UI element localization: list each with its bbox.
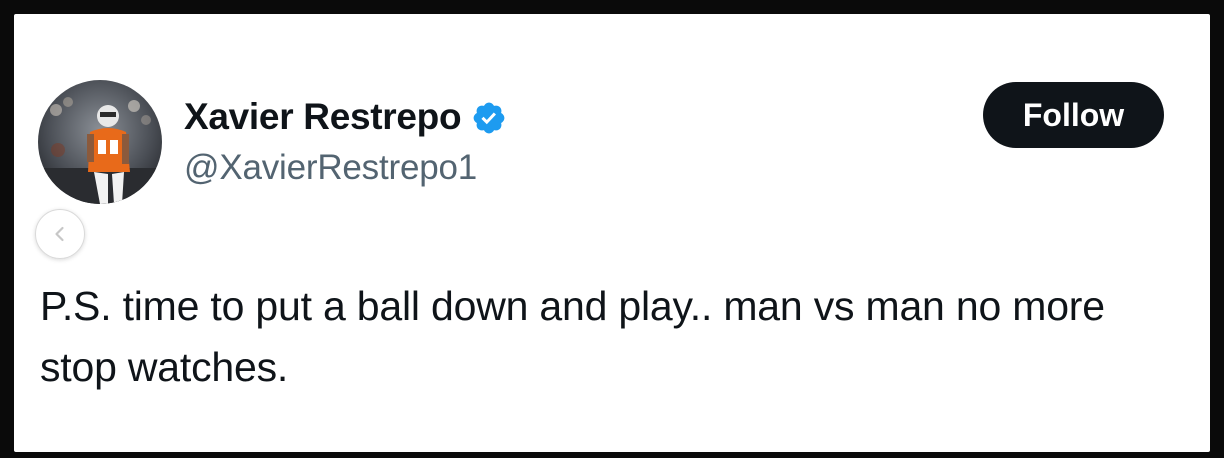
- chevron-left-icon: [55, 226, 64, 242]
- author-display-name[interactable]: Xavier Restrepo: [184, 96, 462, 138]
- tweet-card: Xavier Restrepo @XavierRestrepo1 Follow …: [14, 14, 1210, 452]
- verified-badge-icon: [473, 102, 505, 134]
- carousel-prev-button[interactable]: [35, 209, 85, 259]
- avatar[interactable]: [38, 80, 162, 204]
- player-photo-avatar-icon: [38, 80, 162, 204]
- follow-button[interactable]: Follow: [983, 82, 1164, 148]
- author-name-row[interactable]: Xavier Restrepo: [184, 96, 507, 138]
- author-handle[interactable]: @XavierRestrepo1: [184, 148, 477, 188]
- tweet-text: P.S. time to put a ball down and play.. …: [40, 283, 1105, 390]
